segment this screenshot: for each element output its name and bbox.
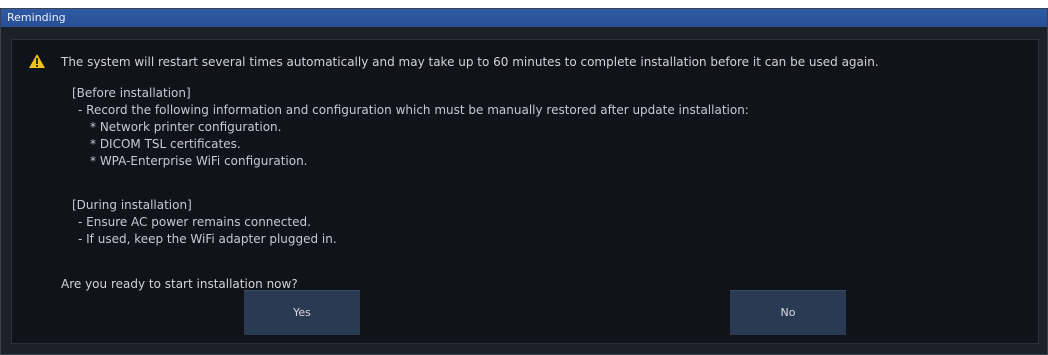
dialog-title: Reminding xyxy=(1,9,1047,27)
yes-button[interactable]: Yes xyxy=(244,290,360,335)
warning-message: The system will restart several times au… xyxy=(61,55,879,69)
list-item: - If used, keep the WiFi adapter plugged… xyxy=(78,232,337,246)
list-item: * Network printer configuration. xyxy=(90,120,282,134)
during-installation-heading: [During installation] xyxy=(72,198,192,212)
warning-icon xyxy=(29,54,45,68)
before-installation-heading: [Before installation] xyxy=(72,86,191,100)
list-item: - Ensure AC power remains connected. xyxy=(78,215,311,229)
list-item: * WPA-Enterprise WiFi configuration. xyxy=(90,154,308,168)
list-item: * DICOM TSL certificates. xyxy=(90,137,241,151)
dialog-content: The system will restart several times au… xyxy=(11,39,1039,344)
before-installation-intro: - Record the following information and c… xyxy=(78,103,749,117)
no-button[interactable]: No xyxy=(730,290,846,335)
reminding-dialog: Reminding The system will restart severa… xyxy=(0,8,1048,355)
